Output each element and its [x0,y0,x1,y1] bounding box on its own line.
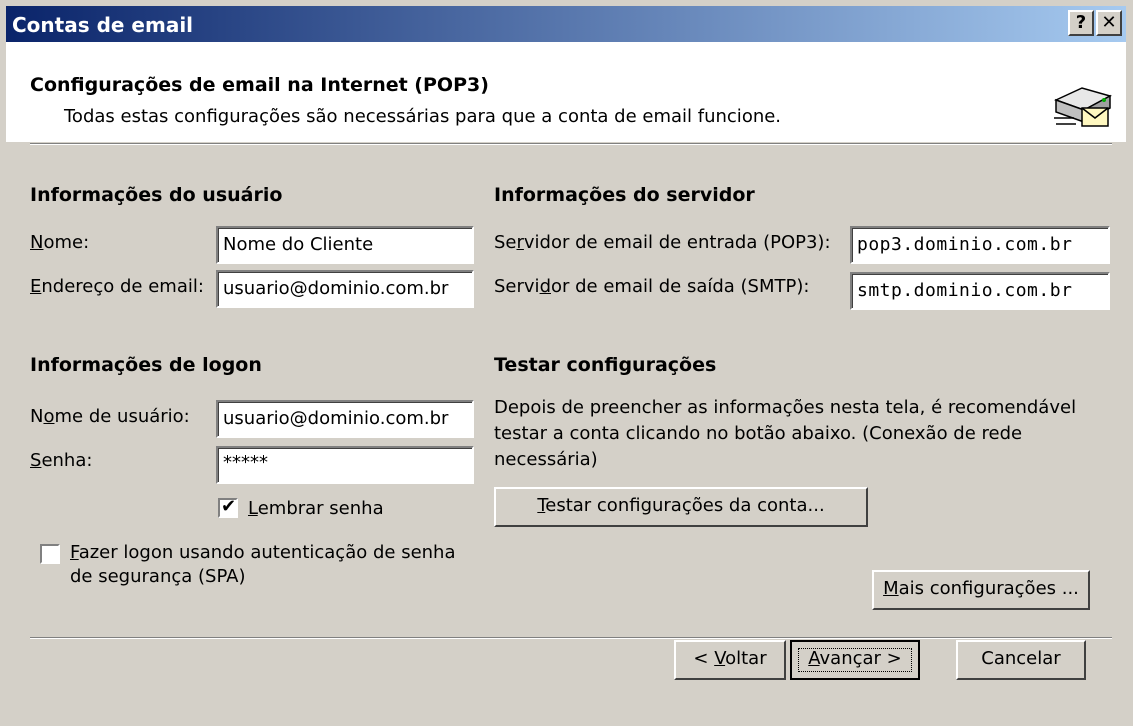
username-field[interactable]: usuario@dominio.com.br [216,400,474,438]
email-label-accel: E [30,276,42,297]
name-value: Nome do Cliente [223,234,374,255]
mail-server-icon [1054,87,1112,127]
username-label-accel: o [43,406,55,427]
username-value: usuario@dominio.com.br [223,408,449,429]
cancel-button[interactable]: Cancelar [956,640,1086,680]
password-label-accel: S [30,450,42,471]
email-label-text: ndereço de email: [41,276,204,297]
help-icon: ? [1075,12,1087,33]
more-settings-accel: M [883,578,899,599]
spa-checkbox[interactable] [40,544,60,564]
test-description: Depois de preencher as informações nesta… [494,395,1076,473]
spa-label-accel: F [70,542,79,563]
more-settings-label: ais configurações ... [898,578,1079,599]
page-title: Configurações de email na Internet (POP3… [30,74,489,96]
outgoing-server-field[interactable]: smtp.dominio.com.br [850,272,1110,310]
footer-separator [30,637,1112,639]
back-label: oltar [725,648,767,669]
spa-label-line2[interactable]: de segurança (SPA) [70,566,245,587]
name-field[interactable]: Nome do Cliente [216,226,474,264]
checkmark-icon: ✔ [221,496,237,517]
username-label-rest: me de usuário: [54,406,190,427]
test-button-label: estar configurações da conta... [545,495,825,516]
name-label-accel: N [30,232,44,253]
test-account-settings-button[interactable]: Testar configurações da conta... [494,487,868,527]
outgoing-label-rest: or de email de saída (SMTP): [551,276,810,297]
user-info-heading: Informações do usuário [30,184,283,206]
page-subtitle: Todas estas configurações são necessária… [64,106,782,127]
title-bar[interactable]: Contas de email ? ✕ [6,6,1126,42]
incoming-server-label: Servidor de email de entrada (POP3): [494,232,831,253]
test-description-line3: necessária) [494,449,598,470]
name-label-text: ome: [43,232,90,253]
email-accounts-dialog: Contas de email ? ✕ Configurações de ema… [0,0,1133,726]
help-button[interactable]: ? [1068,10,1094,36]
header-separator [30,143,1112,145]
spa-label[interactable]: Fazer logon usando autenticação de senha [70,542,456,563]
email-field[interactable]: usuario@dominio.com.br [216,270,474,308]
remember-password-label[interactable]: Lembrar senha [248,498,384,519]
name-label: Nome: [30,232,89,253]
incoming-label-a: Se [494,232,517,253]
incoming-label-rest: vidor de email de entrada (POP3): [523,232,831,253]
more-settings-button[interactable]: Mais configurações ... [872,570,1090,610]
server-info-heading: Informações do servidor [494,184,755,206]
close-button[interactable]: ✕ [1096,10,1122,36]
outgoing-server-value: smtp.dominio.com.br [857,280,1073,301]
test-description-line1: Depois de preencher as informações nesta… [494,397,1077,418]
logon-info-heading: Informações de logon [30,354,262,376]
remember-label-rest: embrar senha [257,498,384,519]
email-label: Endereço de email: [30,276,204,297]
close-icon: ✕ [1101,12,1117,33]
back-prefix: < [693,648,715,669]
username-label: Nome de usuário: [30,406,190,427]
incoming-label-accel: r [516,232,524,253]
spa-label-line1: azer logon usando autenticação de senha [78,542,456,563]
window-title: Contas de email [12,13,194,37]
incoming-server-value: pop3.dominio.com.br [857,234,1073,255]
next-button[interactable]: Avançar > [790,640,920,680]
outgoing-server-label: Servidor de email de saída (SMTP): [494,276,809,297]
remember-password-checkbox[interactable]: ✔ [218,496,238,518]
password-field[interactable]: ***** [216,446,474,484]
test-settings-heading: Testar configurações [494,354,717,376]
back-accel: V [714,648,726,669]
username-label-a: N [30,406,44,427]
incoming-server-field[interactable]: pop3.dominio.com.br [850,226,1110,264]
outgoing-label-a: Servi [494,276,540,297]
password-value: ***** [223,452,268,473]
back-button[interactable]: < Voltar [674,640,786,680]
email-value: usuario@dominio.com.br [223,278,449,299]
test-description-line2: testar a conta clicando no botão abaixo.… [494,423,1023,444]
outgoing-label-accel: d [539,276,551,297]
remember-label-accel: L [248,498,258,519]
password-label: Senha: [30,450,92,471]
password-label-rest: enha: [41,450,93,471]
